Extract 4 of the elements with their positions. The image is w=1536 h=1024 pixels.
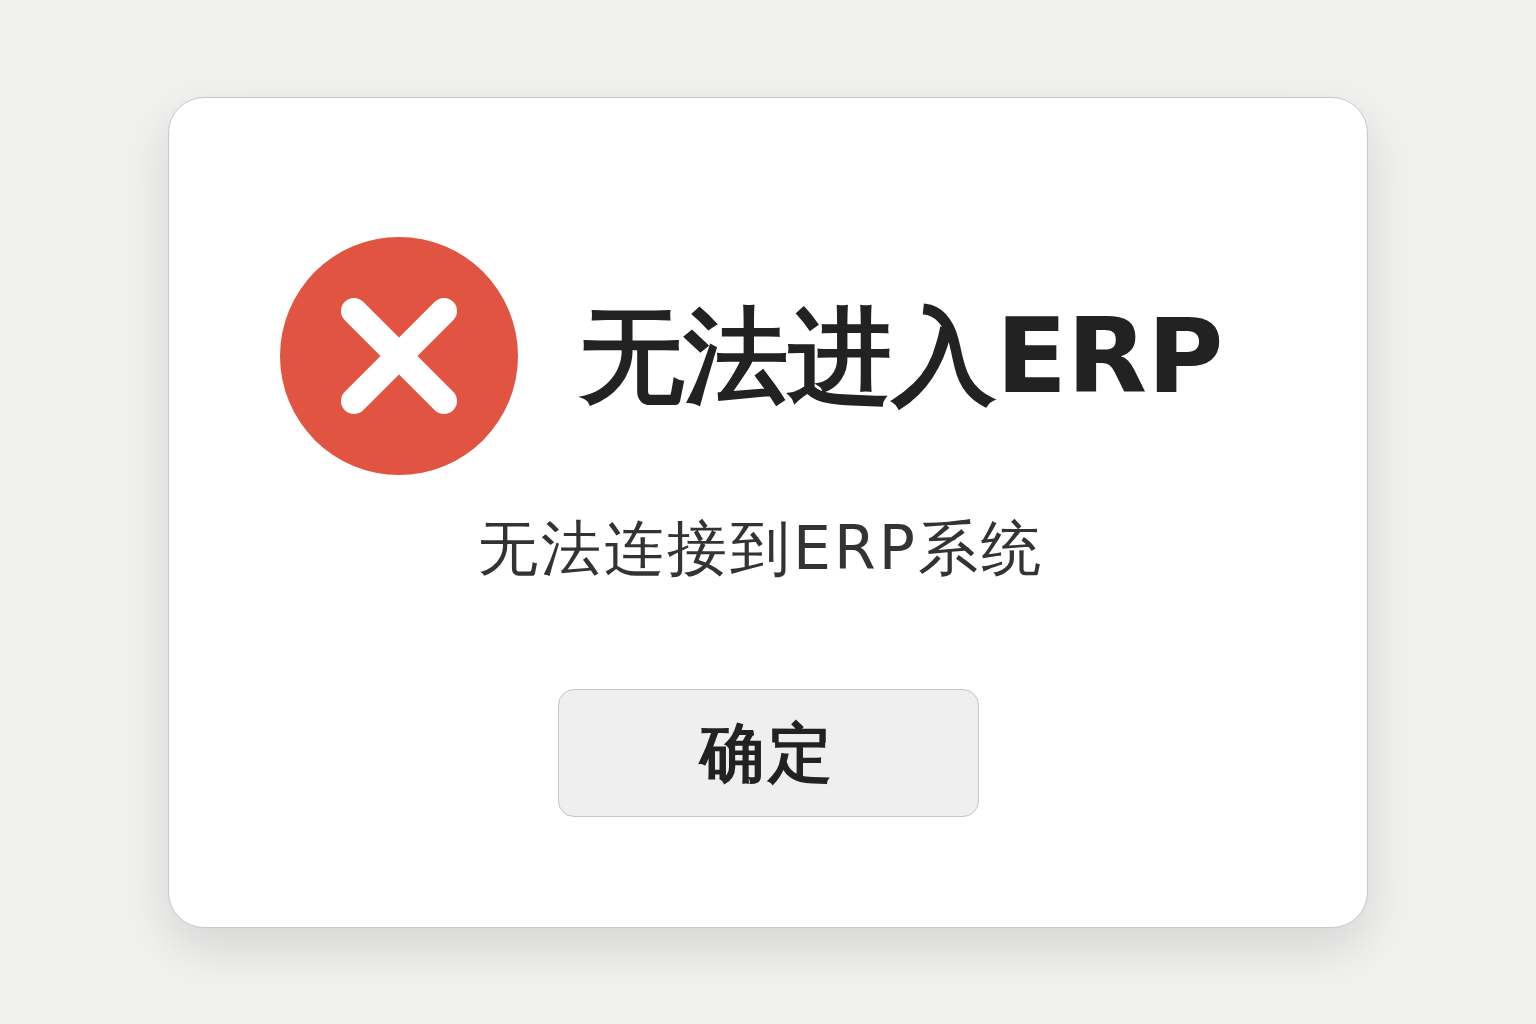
dialog-title: 无法进入ERP: [580, 298, 1224, 414]
error-icon: [280, 237, 518, 475]
error-message: 无法连接到ERP系统: [478, 515, 1044, 581]
ok-button[interactable]: 确定: [557, 689, 979, 817]
